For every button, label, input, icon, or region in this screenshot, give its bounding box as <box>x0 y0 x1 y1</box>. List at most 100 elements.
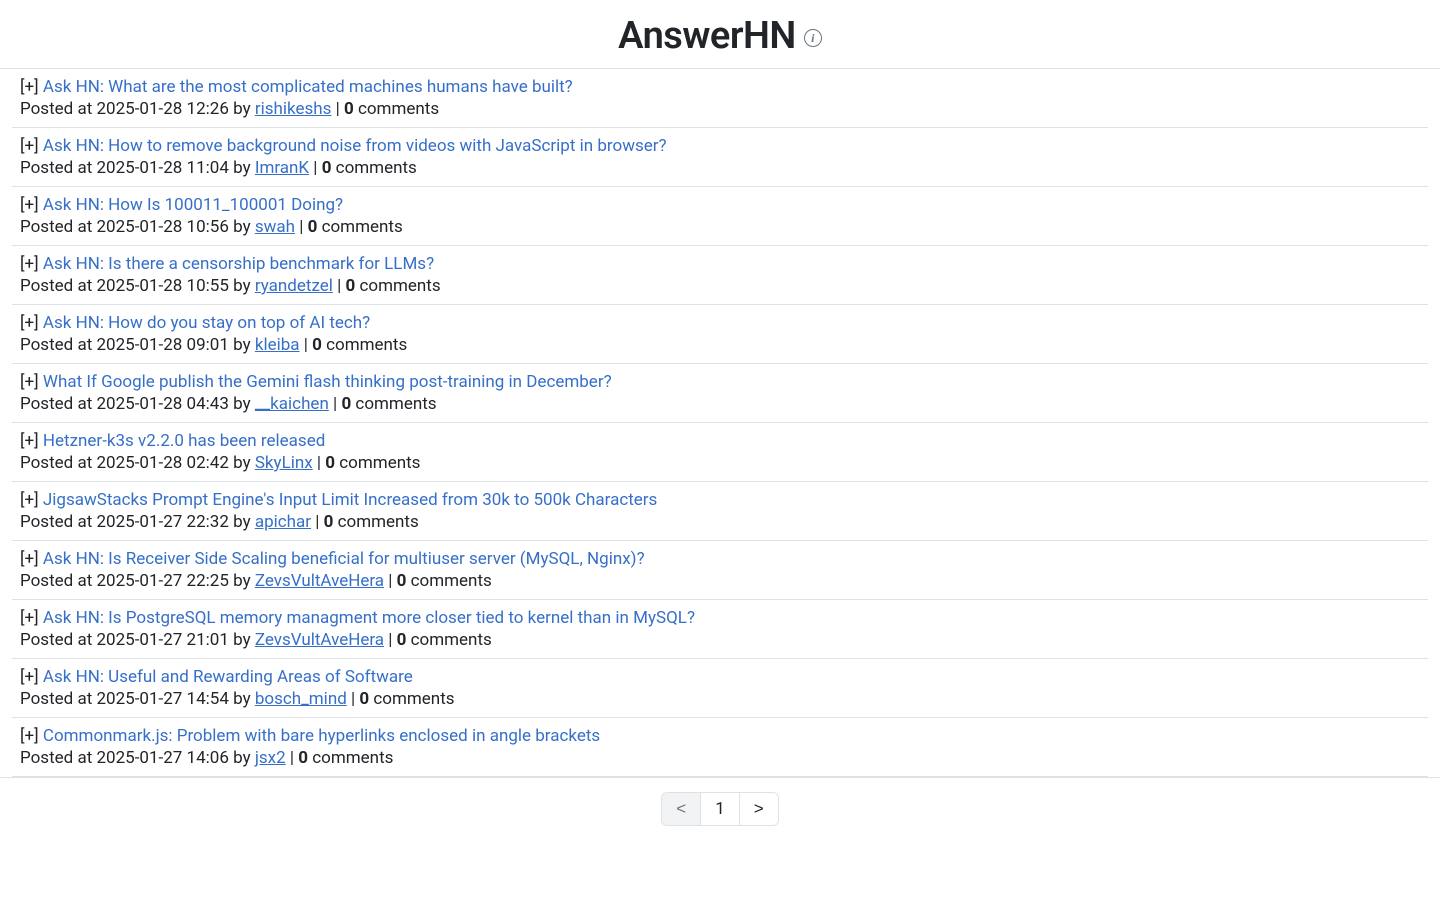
post-title-link[interactable]: Hetzner-k3s v2.2.0 has been released <box>43 431 325 451</box>
comment-count: 0 <box>397 630 407 650</box>
post-title-link[interactable]: Ask HN: How to remove background noise f… <box>43 136 667 156</box>
author-link[interactable]: swah <box>255 217 295 237</box>
post-item: [+] Ask HN: Is Receiver Side Scaling ben… <box>12 541 1428 600</box>
meta-sep: | <box>384 630 397 650</box>
author-link[interactable]: ZevsVultAveHera <box>255 630 384 650</box>
author-link[interactable]: apichar <box>255 512 311 532</box>
comment-count: 0 <box>308 217 318 237</box>
posted-at-label: Posted at <box>20 630 92 650</box>
next-page-button[interactable]: > <box>740 793 778 825</box>
author-link[interactable]: __kaichen <box>255 394 329 414</box>
post-item: [+] Commonmark.js: Problem with bare hyp… <box>12 718 1428 777</box>
posted-at-label: Posted at <box>20 99 92 119</box>
post-meta: Posted at 2025-01-27 14:06 by jsx2 | 0 c… <box>20 748 1420 768</box>
meta-sep: | <box>329 394 342 414</box>
expand-toggle[interactable]: [+] <box>20 726 39 746</box>
comments-label: comments <box>373 689 454 709</box>
author-link[interactable]: rishikeshs <box>255 99 332 119</box>
comment-count: 0 <box>322 158 332 178</box>
comments-label: comments <box>322 217 403 237</box>
post-title-link[interactable]: Ask HN: Is there a censorship benchmark … <box>43 254 434 274</box>
post-item: [+] What If Google publish the Gemini fl… <box>12 364 1428 423</box>
by-label: by <box>233 99 251 119</box>
meta-sep: | <box>333 276 346 296</box>
post-item: [+] Ask HN: What are the most complicate… <box>12 69 1428 128</box>
post-item: [+] JigsawStacks Prompt Engine's Input L… <box>12 482 1428 541</box>
post-meta: Posted at 2025-01-28 10:56 by swah | 0 c… <box>20 217 1420 237</box>
comments-label: comments <box>336 158 417 178</box>
post-time: 2025-01-27 21:01 <box>97 630 229 650</box>
expand-toggle[interactable]: [+] <box>20 490 39 510</box>
by-label: by <box>233 158 251 178</box>
post-meta: Posted at 2025-01-27 22:25 by ZevsVultAv… <box>20 571 1420 591</box>
post-title-link[interactable]: Ask HN: What are the most complicated ma… <box>43 77 573 97</box>
post-meta: Posted at 2025-01-27 14:54 by bosch_mind… <box>20 689 1420 709</box>
prev-page-button[interactable]: < <box>662 793 701 825</box>
by-label: by <box>233 571 251 591</box>
author-link[interactable]: bosch_mind <box>255 689 347 709</box>
post-title-link[interactable]: Ask HN: Is PostgreSQL memory managment m… <box>43 608 695 628</box>
comments-label: comments <box>312 748 393 768</box>
post-time: 2025-01-28 11:04 <box>97 158 229 178</box>
meta-sep: | <box>300 335 313 355</box>
post-item: [+] Hetzner-k3s v2.2.0 has been released… <box>12 423 1428 482</box>
comment-count: 0 <box>346 276 356 296</box>
post-title-link[interactable]: Commonmark.js: Problem with bare hyperli… <box>43 726 600 746</box>
site-title: AnswerHN <box>618 14 796 58</box>
post-title-link[interactable]: Ask HN: How Is 100011_100001 Doing? <box>43 195 343 215</box>
by-label: by <box>233 453 251 473</box>
by-label: by <box>233 512 251 532</box>
meta-sep: | <box>309 158 322 178</box>
post-meta: Posted at 2025-01-28 04:43 by __kaichen … <box>20 394 1420 414</box>
by-label: by <box>233 689 251 709</box>
posted-at-label: Posted at <box>20 158 92 178</box>
post-item: [+] Ask HN: How do you stay on top of AI… <box>12 305 1428 364</box>
expand-toggle[interactable]: [+] <box>20 77 39 97</box>
by-label: by <box>233 276 251 296</box>
post-meta: Posted at 2025-01-28 11:04 by ImranK | 0… <box>20 158 1420 178</box>
expand-toggle[interactable]: [+] <box>20 195 39 215</box>
post-time: 2025-01-28 10:56 <box>97 217 229 237</box>
comments-label: comments <box>411 630 492 650</box>
post-title-link[interactable]: Ask HN: How do you stay on top of AI tec… <box>43 313 370 333</box>
by-label: by <box>233 217 251 237</box>
comment-count: 0 <box>359 689 369 709</box>
comments-label: comments <box>411 571 492 591</box>
expand-toggle[interactable]: [+] <box>20 372 39 392</box>
comments-label: comments <box>339 453 420 473</box>
comment-count: 0 <box>325 453 335 473</box>
meta-sep: | <box>311 512 324 532</box>
author-link[interactable]: SkyLinx <box>255 453 313 473</box>
posted-at-label: Posted at <box>20 276 92 296</box>
pagination: < 1 > <box>0 777 1440 846</box>
post-title-link[interactable]: What If Google publish the Gemini flash … <box>43 372 612 392</box>
post-item: [+] Ask HN: Is PostgreSQL memory managme… <box>12 600 1428 659</box>
expand-toggle[interactable]: [+] <box>20 431 39 451</box>
meta-sep: | <box>384 571 397 591</box>
post-title-link[interactable]: JigsawStacks Prompt Engine's Input Limit… <box>43 490 657 510</box>
post-meta: Posted at 2025-01-27 22:32 by apichar | … <box>20 512 1420 532</box>
post-title-link[interactable]: Ask HN: Is Receiver Side Scaling benefic… <box>43 549 645 569</box>
header: AnswerHN i <box>0 0 1440 69</box>
author-link[interactable]: ryandetzel <box>255 276 333 296</box>
author-link[interactable]: ZevsVultAveHera <box>255 571 384 591</box>
expand-toggle[interactable]: [+] <box>20 313 39 333</box>
expand-toggle[interactable]: [+] <box>20 608 39 628</box>
comment-count: 0 <box>397 571 407 591</box>
post-time: 2025-01-27 22:32 <box>97 512 229 532</box>
post-meta: Posted at 2025-01-27 21:01 by ZevsVultAv… <box>20 630 1420 650</box>
posted-at-label: Posted at <box>20 571 92 591</box>
post-item: [+] Ask HN: How to remove background noi… <box>12 128 1428 187</box>
author-link[interactable]: ImranK <box>255 158 309 178</box>
expand-toggle[interactable]: [+] <box>20 549 39 569</box>
author-link[interactable]: kleiba <box>255 335 300 355</box>
post-title-link[interactable]: Ask HN: Useful and Rewarding Areas of So… <box>43 667 413 687</box>
info-icon[interactable]: i <box>804 29 822 47</box>
expand-toggle[interactable]: [+] <box>20 136 39 156</box>
expand-toggle[interactable]: [+] <box>20 254 39 274</box>
comments-label: comments <box>358 99 439 119</box>
comment-count: 0 <box>298 748 308 768</box>
author-link[interactable]: jsx2 <box>255 748 286 768</box>
expand-toggle[interactable]: [+] <box>20 667 39 687</box>
post-time: 2025-01-27 14:54 <box>97 689 229 709</box>
